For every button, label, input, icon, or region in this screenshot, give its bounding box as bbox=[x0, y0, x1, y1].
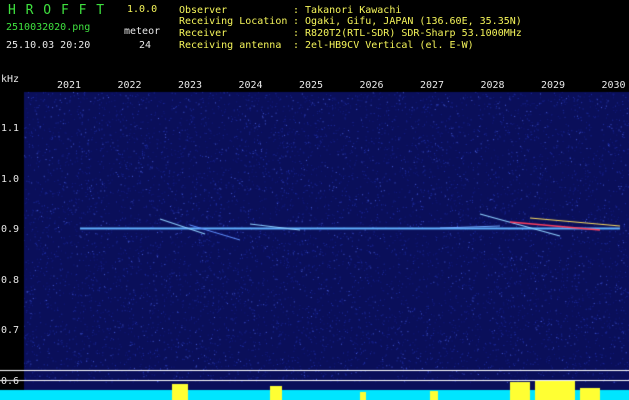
y-tick-label: 0.7 bbox=[1, 325, 20, 336]
x-tick-label: 2021 bbox=[57, 80, 82, 91]
x-tick-label: 2029 bbox=[541, 80, 566, 91]
date-time: 25.10.03 20:20 bbox=[6, 40, 91, 51]
x-tick-label: 2023 bbox=[178, 80, 203, 91]
y-tick-label: 0.6 bbox=[1, 375, 20, 387]
y-tick-label: 1.0 bbox=[1, 173, 20, 185]
receiver-label: Receiver bbox=[179, 28, 228, 39]
y-tick-label: 1.1 bbox=[1, 123, 20, 134]
y-axis-unit: kHz bbox=[1, 74, 20, 85]
header-panel: H R O F F T 1.0.0 2510032020.png meteor … bbox=[0, 0, 629, 74]
y-tick-label: 0.9 bbox=[1, 224, 20, 235]
meteor-count: 24 bbox=[139, 40, 152, 51]
file-name: 2510032020.png bbox=[6, 22, 91, 33]
location-value: : Ogaki, Gifu, JAPAN (136.60E, 35.35N) bbox=[293, 16, 522, 27]
spectrogram-canvas bbox=[0, 74, 629, 400]
y-tick-label: 0.8 bbox=[1, 274, 20, 286]
antenna-value: : 2el-HB9CV Vertical (el. E-W) bbox=[293, 40, 474, 51]
x-tick-label: 2026 bbox=[359, 80, 384, 91]
x-tick-label: 2028 bbox=[480, 80, 505, 91]
meteor-label: meteor bbox=[124, 26, 161, 37]
x-tick-label: 2030 bbox=[601, 80, 626, 91]
observer-label: Observer bbox=[179, 5, 228, 16]
x-tick-label: 2025 bbox=[299, 80, 324, 91]
receiver-value: : R820T2(RTL-SDR) SDR-Sharp 53.1000MHz bbox=[293, 28, 522, 39]
x-tick-label: 2027 bbox=[420, 80, 445, 91]
app-version: 1.0.0 bbox=[127, 4, 158, 15]
app-logo: H R O F F T bbox=[8, 3, 106, 18]
x-tick-label: 2024 bbox=[238, 80, 263, 91]
antenna-label: Receiving antenna bbox=[179, 40, 282, 51]
x-tick-label: 2022 bbox=[117, 80, 142, 91]
observer-value: : Takanori Kawachi bbox=[293, 5, 402, 16]
location-label: Receiving Location bbox=[179, 16, 288, 27]
